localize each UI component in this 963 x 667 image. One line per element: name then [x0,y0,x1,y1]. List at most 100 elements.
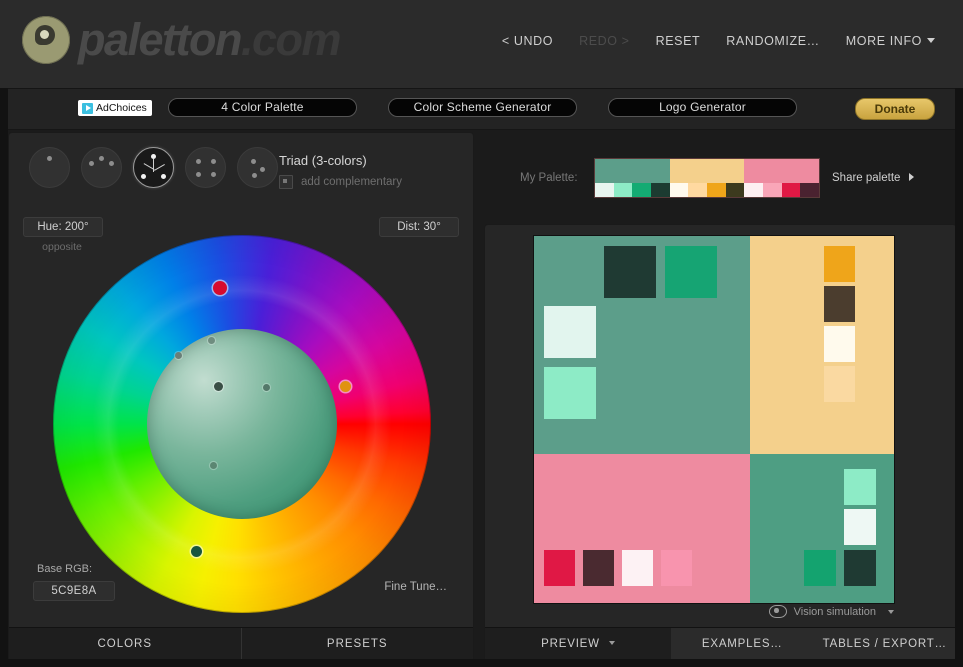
logo-suffix-text: .com [241,14,340,65]
scheme-dot [196,159,201,164]
scheme-icon-monochromatic[interactable] [29,147,70,188]
hue-marker-primary[interactable] [213,281,227,295]
chevron-down-icon [888,610,894,614]
preview-cell-green[interactable] [534,236,750,454]
share-palette-button[interactable]: Share palette [832,172,914,184]
preview-cell-orange[interactable] [750,236,894,454]
palette-main-swatch[interactable] [595,159,670,183]
swatch-blush-white[interactable] [622,550,653,586]
palette-sub-swatch[interactable] [726,183,745,197]
color-wheel[interactable] [53,235,431,613]
paletton-app: paletton.com < UNDO REDO > RESET RANDOMI… [0,0,963,667]
palette-sub-swatch[interactable] [670,183,689,197]
more-info-label: MORE INFO [846,34,922,48]
scheme-name-label: Triad (3-colors) [279,153,367,168]
scheme-dot [196,172,201,177]
preview-cell-teal[interactable] [750,454,894,603]
scheme-dot [99,156,104,161]
adchoices-badge[interactable]: AdChoices [78,100,152,116]
swatch-forest[interactable] [844,550,876,586]
scheme-icon-triad[interactable] [133,147,174,188]
tab-color-scheme-generator[interactable]: Color Scheme Generator [388,98,577,117]
palette-sub-swatch-row [595,183,670,197]
swatch-off-white[interactable] [844,509,876,545]
base-rgb-input[interactable]: 5C9E8A [33,581,115,601]
window-edge-right [955,88,963,667]
tab-examples[interactable]: EXAMPLES… [671,628,814,660]
scheme-dot [260,167,265,172]
vision-simulation-label: Vision simulation [794,606,876,618]
palette-group-green-group[interactable] [595,159,670,197]
swatch-cream-white[interactable] [824,326,855,362]
inner-dot-secondary[interactable] [263,384,270,391]
tab-4-color-palette[interactable]: 4 Color Palette [168,98,357,117]
donate-button[interactable]: Donate [855,98,935,120]
tab-preview[interactable]: PREVIEW [485,628,671,660]
palette-sub-swatch[interactable] [595,183,614,197]
tab-logo-generator[interactable]: Logo Generator [608,98,797,117]
tab-presets[interactable]: PRESETS [241,628,474,660]
scheme-dot [109,161,114,166]
hue-marker-tertiary[interactable] [191,546,202,557]
swatch-mint-green[interactable] [544,367,596,419]
hue-marker-secondary[interactable] [340,381,351,392]
my-palette-swatches[interactable] [594,158,820,198]
swatch-crimson[interactable] [544,550,575,586]
right-panel-tabs: PREVIEW EXAMPLES… TABLES / EXPORT… [485,627,956,660]
swatch-dark-maroon[interactable] [583,550,614,586]
palette-sub-swatch[interactable] [782,183,801,197]
reset-button[interactable]: RESET [656,34,701,48]
palette-sub-swatch[interactable] [707,183,726,197]
palette-sub-swatch[interactable] [763,183,782,197]
scheme-icon-free-style[interactable] [237,147,278,188]
undo-button[interactable]: < UNDO [502,34,553,48]
palette-sub-swatch[interactable] [744,183,763,197]
scheme-dot [211,172,216,177]
swatch-emerald[interactable] [804,550,836,586]
palette-sub-swatch[interactable] [688,183,707,197]
scheme-dot [252,173,257,178]
scheme-icon-adjacent[interactable] [81,147,122,188]
palette-sub-swatch[interactable] [800,183,819,197]
palette-group-pink-group[interactable] [744,159,819,197]
swatch-amber[interactable] [824,246,855,282]
palette-sub-swatch[interactable] [632,183,651,197]
swatch-rose[interactable] [661,550,692,586]
add-complementary-toggle[interactable]: add complementary [279,175,402,189]
randomize-button[interactable]: RANDOMIZE… [726,34,820,48]
base-rgb-label: Base RGB: [37,563,92,575]
scheme-icon-tetrad[interactable] [185,147,226,188]
palette-main-swatch[interactable] [744,159,819,183]
adchoices-icon [82,103,93,114]
palette-sub-swatch[interactable] [614,183,633,197]
more-info-button[interactable]: MORE INFO [846,34,935,48]
palette-group-orange-group[interactable] [670,159,745,197]
preview-cell-pink[interactable] [534,454,750,603]
chevron-down-icon [609,641,615,645]
palette-main-swatch[interactable] [670,159,745,183]
logo-wordmark: paletton.com [78,16,340,64]
vision-simulation-button[interactable]: Vision simulation [769,605,894,618]
palette-sub-swatch[interactable] [651,183,670,197]
share-palette-label: Share palette [832,172,900,184]
palette-preview[interactable] [534,236,894,603]
tab-colors[interactable]: COLORS [9,628,241,660]
swatch-mid-green[interactable] [665,246,717,298]
inner-dot-extra[interactable] [175,352,182,359]
paletton-logo[interactable]: paletton.com [22,16,340,64]
swatch-mint[interactable] [844,469,876,505]
tab-tables-export[interactable]: TABLES / EXPORT… [814,628,957,660]
fine-tune-link[interactable]: Fine Tune… [384,581,447,593]
swatch-pale-green[interactable] [544,306,596,358]
swatch-dark-green[interactable] [604,246,656,298]
inner-dot-quaternary[interactable] [208,337,215,344]
inner-dot-primary[interactable] [214,382,223,391]
distance-input[interactable]: Dist: 30° [379,217,459,237]
top-navigation: < UNDO REDO > RESET RANDOMIZE… MORE INFO [502,34,935,48]
hue-input[interactable]: Hue: 200° [23,217,103,237]
scheme-dot [251,159,256,164]
inner-dot-tertiary[interactable] [210,462,217,469]
swatch-light-amber[interactable] [824,366,855,402]
redo-button[interactable]: REDO > [579,34,630,48]
swatch-dark-brown[interactable] [824,286,855,322]
